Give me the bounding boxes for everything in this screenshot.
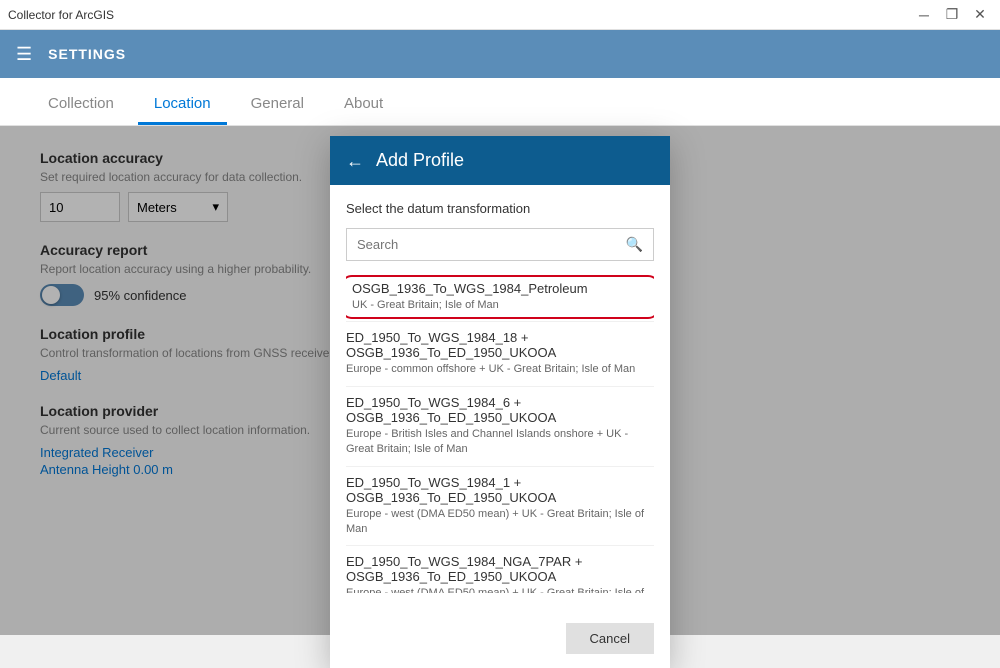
modal-back-button[interactable]: ←: [346, 152, 364, 170]
profile-name: ED_1950_To_WGS_1984_18 + OSGB_1936_To_ED…: [346, 330, 654, 360]
profile-item-ed1950-1[interactable]: ED_1950_To_WGS_1984_1 + OSGB_1936_To_ED_…: [346, 467, 654, 547]
search-input[interactable]: [347, 230, 616, 259]
tab-collection[interactable]: Collection: [32, 85, 130, 125]
nav-tabs: Collection Location General About: [0, 78, 1000, 126]
profile-name: OSGB_1936_To_WGS_1984_Petroleum: [352, 281, 648, 296]
window-controls: ─ ❐ ✕: [912, 5, 992, 25]
main-content: Location accuracy Set required location …: [0, 126, 1000, 635]
tab-location[interactable]: Location: [138, 85, 227, 125]
profile-name: ED_1950_To_WGS_1984_6 + OSGB_1936_To_ED_…: [346, 395, 654, 425]
profile-item-ed1950-6[interactable]: ED_1950_To_WGS_1984_6 + OSGB_1936_To_ED_…: [346, 387, 654, 467]
tab-general[interactable]: General: [235, 85, 320, 125]
profile-desc: Europe - common offshore + UK - Great Br…: [346, 362, 654, 377]
profile-desc: Europe - west (DMA ED50 mean) + UK - Gre…: [346, 586, 654, 593]
modal-footer: Cancel: [330, 613, 670, 668]
profile-list: OSGB_1936_To_WGS_1984_Petroleum UK - Gre…: [346, 273, 654, 593]
profile-desc: Europe - west (DMA ED50 mean) + UK - Gre…: [346, 507, 654, 538]
profile-item-ed1950-18[interactable]: ED_1950_To_WGS_1984_18 + OSGB_1936_To_ED…: [346, 322, 654, 386]
add-profile-modal: ← Add Profile Select the datum transform…: [330, 136, 670, 668]
search-box: 🔍: [346, 228, 654, 261]
minimize-button[interactable]: ─: [912, 5, 936, 25]
modal-body: Select the datum transformation 🔍 OSGB_1…: [330, 185, 670, 613]
profile-desc: Europe - British Isles and Channel Islan…: [346, 427, 654, 458]
restore-button[interactable]: ❐: [940, 5, 964, 25]
modal-overlay: ← Add Profile Select the datum transform…: [0, 126, 1000, 635]
hamburger-icon[interactable]: ☰: [16, 44, 32, 65]
search-icon: 🔍: [616, 229, 653, 260]
tab-about[interactable]: About: [328, 85, 399, 125]
profile-item-ed1950-nga[interactable]: ED_1950_To_WGS_1984_NGA_7PAR + OSGB_1936…: [346, 546, 654, 593]
cancel-button[interactable]: Cancel: [566, 623, 654, 654]
app-title-text: Collector for ArcGIS: [8, 8, 114, 22]
app-header: ☰ SETTINGS: [0, 30, 1000, 78]
profile-desc: UK - Great Britain; Isle of Man: [352, 298, 648, 313]
settings-heading: SETTINGS: [48, 46, 126, 62]
close-button[interactable]: ✕: [968, 5, 992, 25]
profile-item-osgb-petroleum[interactable]: OSGB_1936_To_WGS_1984_Petroleum UK - Gre…: [346, 273, 654, 322]
modal-header: ← Add Profile: [330, 136, 670, 185]
title-bar: Collector for ArcGIS ─ ❐ ✕: [0, 0, 1000, 30]
profile-name: ED_1950_To_WGS_1984_NGA_7PAR + OSGB_1936…: [346, 554, 654, 584]
modal-title: Add Profile: [376, 150, 464, 171]
modal-subtitle: Select the datum transformation: [346, 201, 654, 216]
profile-name: ED_1950_To_WGS_1984_1 + OSGB_1936_To_ED_…: [346, 475, 654, 505]
